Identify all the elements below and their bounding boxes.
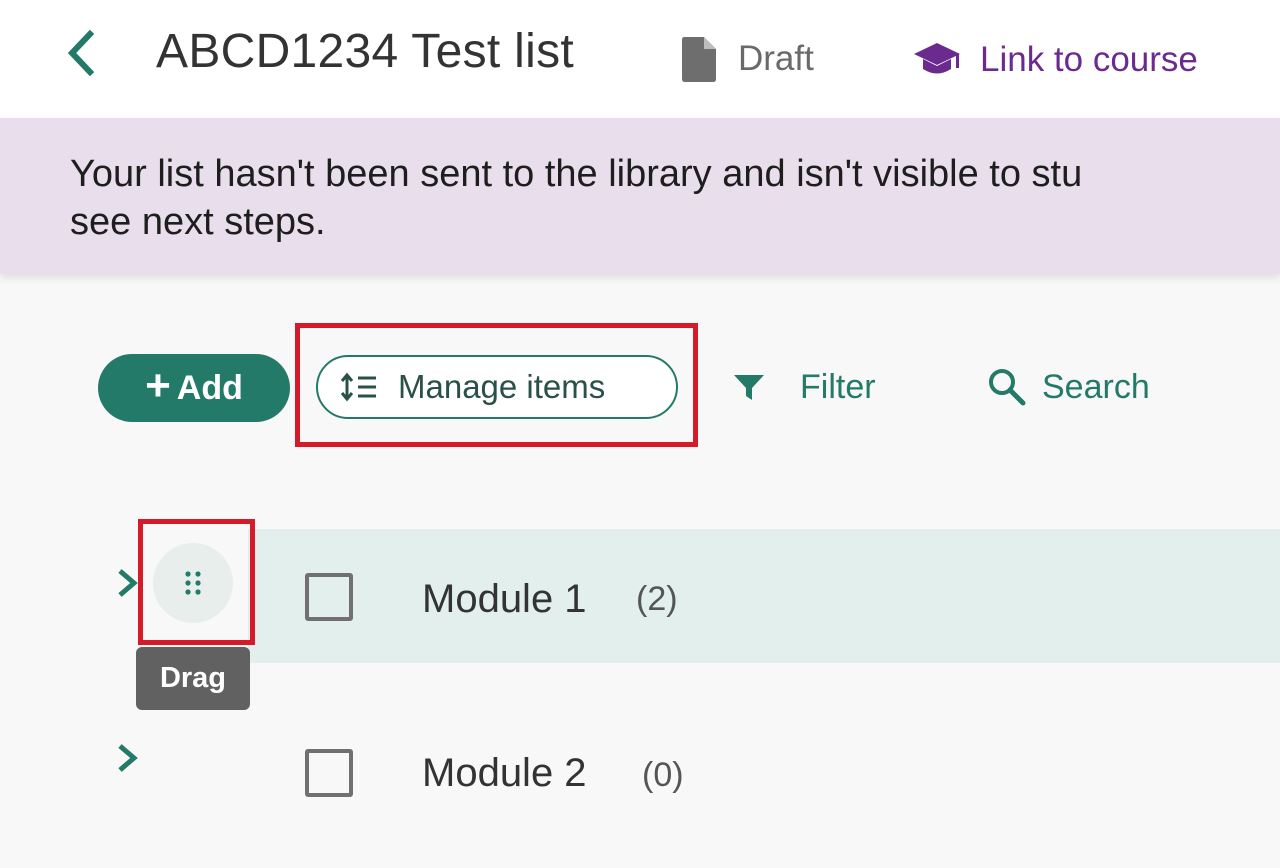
chevron-right-icon [118,569,138,597]
chevron-left-icon [67,29,95,77]
search-label: Search [1042,368,1150,406]
drag-tooltip: Drag [136,647,250,710]
expand-module-2-button[interactable] [112,738,142,778]
manage-items-label: Manage items [398,368,606,405]
drag-dots-icon [185,571,201,595]
banner-message: Your list hasn't been sent to the librar… [70,150,1280,246]
banner-message-line-2: see next steps. [70,201,326,243]
link-to-course-button[interactable]: Link to course [912,38,1198,82]
page-title: ABCD1234 Test list [156,25,575,78]
plus-icon: + [145,361,171,410]
drag-handle[interactable] [153,543,233,623]
link-to-course-label: Link to course [980,40,1198,79]
module-1-name[interactable]: Module 1 [422,575,587,623]
banner-message-line-1: Your list hasn't been sent to the librar… [70,153,1083,195]
document-icon [682,37,716,82]
search-button[interactable]: Search [986,362,1150,412]
filter-button[interactable]: Filter [732,362,876,412]
sort-list-icon [340,372,376,402]
filter-label: Filter [800,368,876,406]
page-header: ABCD1234 Test list Draft Link to course [0,0,1280,118]
graduation-cap-icon [914,43,960,74]
filter-icon [734,375,764,400]
module-2-count: (0) [642,756,684,794]
draft-warning-banner: Your list hasn't been sent to the librar… [0,118,1280,274]
status-label: Draft [738,39,814,78]
list-item [0,706,1280,840]
add-button-label: Add [176,369,243,407]
status-indicator: Draft [680,34,814,84]
chevron-right-icon [118,744,138,772]
module-2-name[interactable]: Module 2 [422,749,587,797]
add-button[interactable]: + Add [98,354,290,422]
back-button[interactable] [60,28,104,78]
expand-module-1-button[interactable] [112,563,142,603]
module-1-count: (2) [636,580,678,618]
search-icon [989,369,1026,406]
module-2-checkbox[interactable] [305,749,353,797]
manage-items-button[interactable]: Manage items [316,355,678,419]
module-1-checkbox[interactable] [305,573,353,621]
row-highlight [248,529,1280,663]
